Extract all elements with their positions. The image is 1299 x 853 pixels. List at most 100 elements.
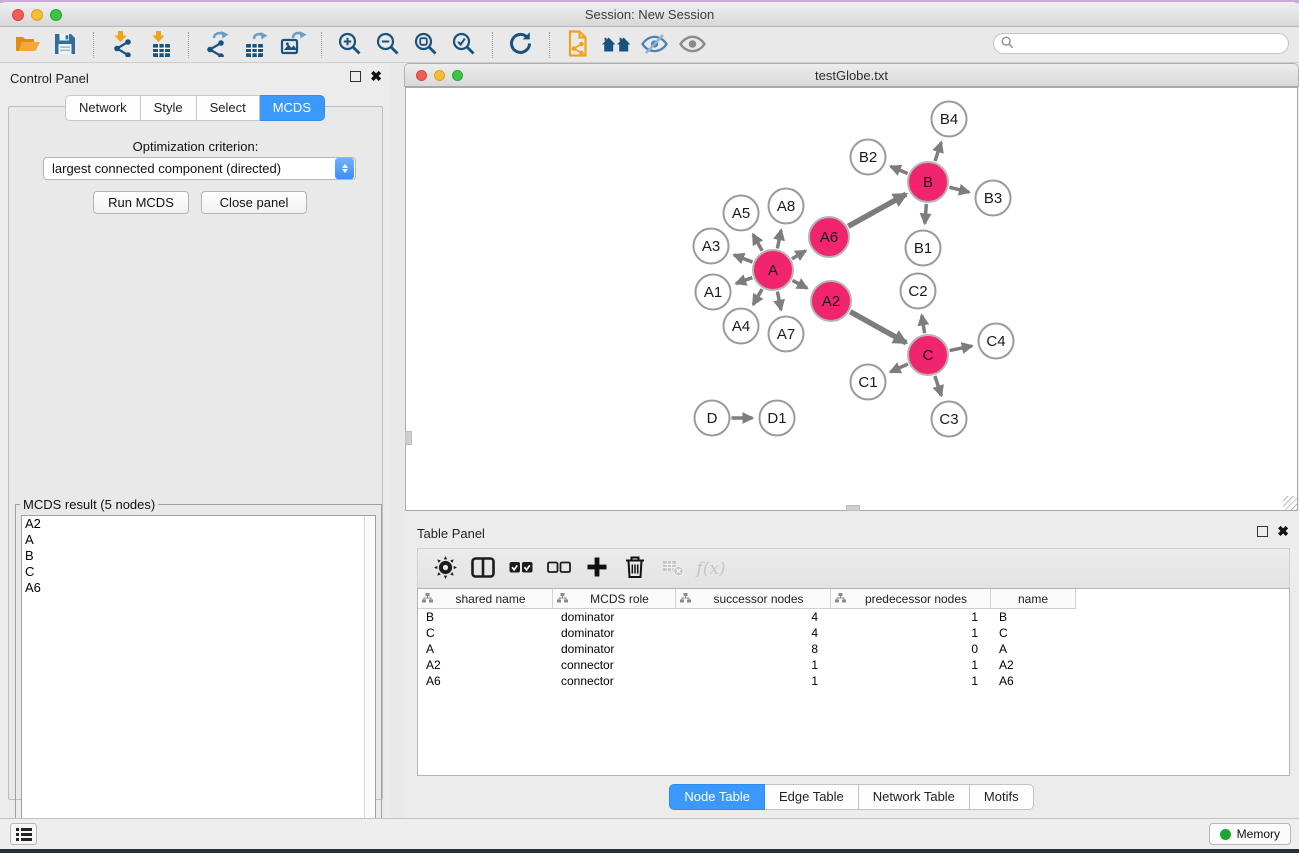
table-cell[interactable]: B [418,610,553,624]
table-cell[interactable]: 1 [676,658,831,672]
column-header-shared-name[interactable]: shared name [418,589,553,609]
close-panel-icon[interactable]: ✖ [370,71,382,82]
table-cell[interactable]: A [418,642,553,656]
canvas-horizontal-scroll-thumb[interactable] [846,505,860,511]
edge-A-A1[interactable] [736,278,752,284]
edge-A2-C[interactable] [850,312,906,343]
home-button[interactable] [597,30,635,60]
select-all-button[interactable] [502,553,540,585]
export-network-button[interactable] [198,30,236,60]
mcds-result-item[interactable]: B [22,548,375,564]
table-cell[interactable]: dominator [553,626,676,640]
table-cell[interactable]: 1 [831,658,991,672]
edge-A6-B[interactable] [848,194,906,226]
edge-A-A7[interactable] [777,292,781,310]
tab-style[interactable]: Style [141,95,197,121]
table-cell[interactable]: A [991,642,1076,656]
tab-network[interactable]: Network [65,95,141,121]
export-image-button[interactable] [274,30,312,60]
edge-C-C1[interactable] [890,364,908,372]
settings-button[interactable] [426,553,464,585]
search-field[interactable] [993,33,1289,54]
tab-mcds[interactable]: MCDS [260,95,325,121]
canvas-vertical-scroll-thumb[interactable] [405,431,412,445]
tab-network-table[interactable]: Network Table [859,784,970,810]
table-row[interactable]: Cdominator41C [418,625,1289,641]
table-cell[interactable]: 0 [831,642,991,656]
table-cell[interactable]: 1 [676,674,831,688]
run-mcds-button[interactable]: Run MCDS [93,191,189,214]
table-row[interactable]: A2connector11A2 [418,657,1289,673]
open-session-button[interactable] [8,30,46,60]
table-cell[interactable]: 1 [831,674,991,688]
table-cell[interactable]: A6 [418,674,553,688]
zoom-out-button[interactable] [369,30,407,60]
edge-B-B3[interactable] [949,187,969,192]
table-row[interactable]: Adominator80A [418,641,1289,657]
hide-graphics-details-button[interactable] [635,30,673,60]
edge-A-A4[interactable] [753,289,762,305]
edge-C-C4[interactable] [950,346,972,351]
table-row[interactable]: Bdominator41B [418,609,1289,625]
delete-column-button[interactable] [616,553,654,585]
search-input[interactable] [1014,36,1288,52]
table-cell[interactable]: connector [553,658,676,672]
export-table-button[interactable] [236,30,274,60]
save-session-button[interactable] [46,30,84,60]
split-panel-button[interactable] [464,553,502,585]
mcds-result-item[interactable]: C [22,564,375,580]
network-from-file-button[interactable] [559,30,597,60]
edge-A-A8[interactable] [777,230,781,248]
edge-B-B4[interactable] [935,142,941,161]
column-header-predecessor-nodes[interactable]: predecessor nodes [831,589,991,609]
table-cell[interactable]: A2 [991,658,1076,672]
column-header-name[interactable]: name [991,589,1076,609]
table-cell[interactable]: A2 [418,658,553,672]
edge-C-C3[interactable] [935,376,942,396]
close-panel-button[interactable]: Close panel [201,191,307,214]
close-table-panel-icon[interactable]: ✖ [1277,526,1289,537]
edge-A-A3[interactable] [734,255,753,262]
table-cell[interactable]: dominator [553,642,676,656]
edge-A-A5[interactable] [753,234,762,250]
tab-motifs[interactable]: Motifs [970,784,1034,810]
table-cell[interactable]: 4 [676,626,831,640]
table-cell[interactable]: 1 [831,610,991,624]
list-scrollbar[interactable] [364,516,375,844]
mcds-result-item[interactable]: A [22,532,375,548]
zoom-in-button[interactable] [331,30,369,60]
float-table-panel-icon[interactable] [1257,526,1268,537]
tab-node-table[interactable]: Node Table [669,784,765,810]
network-canvas[interactable]: AA1A2A3A4A5A6A7A8BB1B2B3B4CC1C2C3C4DD1 [405,87,1298,511]
float-panel-icon[interactable] [350,71,361,82]
table-cell[interactable]: 1 [831,626,991,640]
resize-grip-icon[interactable] [1283,496,1297,510]
edge-B-B2[interactable] [891,166,908,173]
table-cell[interactable]: B [991,610,1076,624]
optimization-criterion-select[interactable]: largest connected component (directed) [43,157,356,180]
table-cell[interactable]: C [991,626,1076,640]
add-column-button[interactable] [578,553,616,585]
edge-B-B1[interactable] [925,204,926,224]
table-cell[interactable]: 4 [676,610,831,624]
show-graphics-details-button[interactable] [673,30,711,60]
show-panels-button[interactable] [10,823,37,845]
table-cell[interactable]: C [418,626,553,640]
mcds-result-item[interactable]: A2 [22,516,375,532]
table-cell[interactable]: 8 [676,642,831,656]
mcds-result-item[interactable]: A6 [22,580,375,596]
table-row[interactable]: A6connector11A6 [418,673,1289,689]
memory-button[interactable]: Memory [1209,823,1291,845]
tab-select[interactable]: Select [197,95,260,121]
deselect-all-button[interactable] [540,553,578,585]
table-cell[interactable]: A6 [991,674,1076,688]
tab-edge-table[interactable]: Edge Table [765,784,859,810]
refresh-button[interactable] [502,30,540,60]
network-graph[interactable]: AA1A2A3A4A5A6A7A8BB1B2B3B4CC1C2C3C4DD1 [406,88,1297,510]
mcds-result-list[interactable]: A2ABCA6 [21,515,376,845]
zoom-fit-button[interactable] [407,30,445,60]
import-table-button[interactable] [141,30,179,60]
column-header-successor-nodes[interactable]: successor nodes [676,589,831,609]
table-cell[interactable]: dominator [553,610,676,624]
network-window-titlebar[interactable]: testGlobe.txt [404,63,1299,87]
